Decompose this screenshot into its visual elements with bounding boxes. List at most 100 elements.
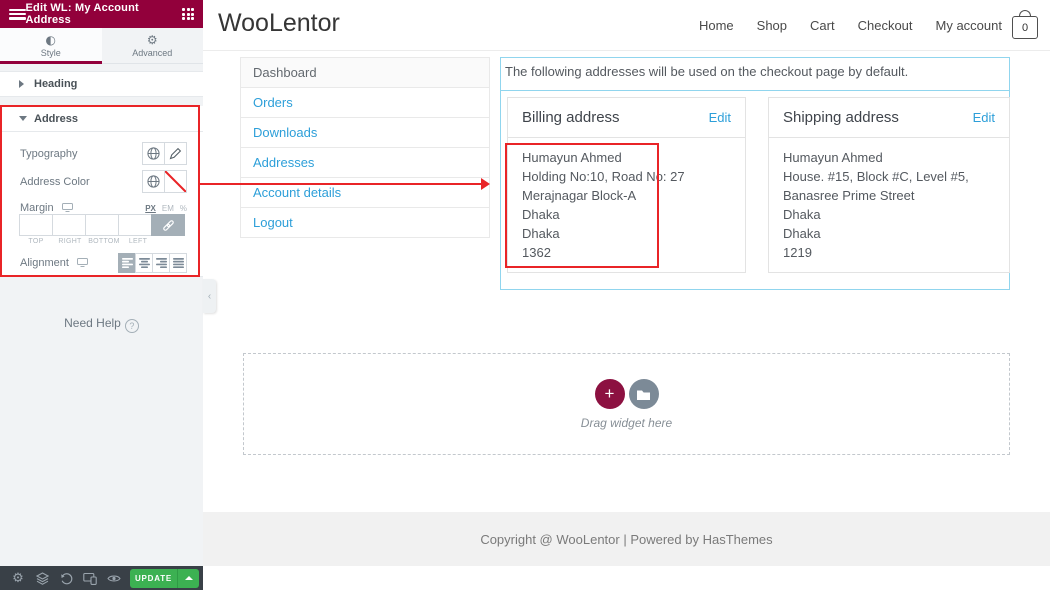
margin-units: PX EM %	[145, 204, 187, 213]
widgets-grid-icon[interactable]	[182, 8, 194, 20]
menu-item-dashboard[interactable]: Dashboard	[241, 58, 489, 88]
question-icon: ?	[125, 319, 139, 333]
caret-up-icon	[185, 576, 193, 580]
link-values-button[interactable]	[151, 214, 185, 236]
dim-top-label: TOP	[19, 238, 53, 245]
site-nav: Home Shop Cart Checkout My account	[699, 0, 1002, 51]
preview-eye-icon[interactable]	[102, 566, 126, 590]
chevron-down-icon	[19, 116, 27, 121]
align-right-button[interactable]	[152, 253, 170, 273]
panel-bottom-bar: ⚙ UPDATE	[0, 566, 203, 590]
margin-top-input[interactable]	[19, 214, 53, 236]
margin-right-input[interactable]	[52, 214, 86, 236]
typography-edit-button[interactable]	[164, 142, 187, 165]
need-help-label: Need Help	[64, 316, 121, 330]
nav-home[interactable]: Home	[699, 18, 734, 33]
alignment-label-wrap: Alignment	[20, 257, 88, 269]
unit-em[interactable]: EM	[162, 204, 174, 213]
nav-shop[interactable]: Shop	[757, 18, 787, 33]
align-left-button[interactable]	[118, 253, 136, 273]
menu-item-downloads[interactable]: Downloads	[241, 118, 489, 148]
update-options-button[interactable]	[177, 569, 199, 588]
alignment-buttons	[119, 253, 187, 273]
align-justify-icon	[173, 258, 184, 268]
address-line: Dhaka	[783, 205, 995, 224]
nav-my-account[interactable]: My account	[936, 18, 1002, 33]
tab-style[interactable]: ◐ Style	[0, 28, 102, 63]
shipping-card-header: Shipping address Edit	[769, 98, 1009, 138]
addresses-widget: The following addresses will be used on …	[500, 57, 1010, 290]
shipping-title: Shipping address	[783, 109, 899, 126]
addresses-notice: The following addresses will be used on …	[500, 57, 1010, 91]
address-line: Merajnagar Block-A	[522, 186, 731, 205]
drag-area-buttons: +	[244, 379, 1009, 409]
dim-right-label: RIGHT	[53, 238, 87, 245]
menu-item-logout[interactable]: Logout	[241, 208, 489, 238]
billing-address-card: Billing address Edit Humayun Ahmed Holdi…	[507, 97, 746, 273]
hamburger-menu-icon[interactable]	[9, 9, 26, 20]
need-help-link[interactable]: Need Help?	[0, 316, 203, 333]
margin-left-input[interactable]	[118, 214, 152, 236]
responsive-mode-icon[interactable]	[78, 566, 102, 590]
nav-cart[interactable]: Cart	[810, 18, 835, 33]
align-left-icon	[122, 258, 133, 268]
settings-gear-icon[interactable]: ⚙	[6, 566, 30, 590]
site-logo[interactable]: WooLentor	[218, 9, 340, 38]
dim-left-label: LEFT	[121, 238, 155, 245]
nav-checkout[interactable]: Checkout	[858, 18, 913, 33]
history-icon[interactable]	[54, 566, 78, 590]
panel-collapse-button[interactable]: ‹	[203, 279, 216, 313]
shipping-address-card: Shipping address Edit Humayun Ahmed Hous…	[768, 97, 1010, 273]
globe-icon	[147, 175, 160, 188]
margin-bottom-input[interactable]	[85, 214, 119, 236]
elementor-panel: Edit WL: My Account Address ◐ Style ⚙ Ad…	[0, 0, 203, 590]
section-address: Address Typography Address Color	[0, 106, 203, 277]
margin-dimension-labels: TOP RIGHT BOTTOM LEFT	[19, 238, 155, 245]
dim-bottom-label: BOTTOM	[87, 238, 121, 245]
tab-advanced[interactable]: ⚙ Advanced	[102, 28, 204, 63]
typography-label: Typography	[20, 148, 77, 160]
desktop-icon	[62, 203, 73, 212]
alignment-label: Alignment	[20, 257, 69, 269]
folder-icon	[636, 388, 651, 401]
desktop-icon	[77, 258, 88, 267]
address-color-global-button[interactable]	[142, 170, 165, 193]
section-heading-label: Heading	[34, 78, 77, 90]
navigator-layers-icon[interactable]	[30, 566, 54, 590]
alignment-control-row: Alignment	[20, 253, 187, 273]
shipping-address-lines: Humayun Ahmed House. #15, Block #C, Leve…	[769, 138, 1009, 272]
margin-label: Margin	[20, 202, 54, 214]
menu-item-addresses[interactable]: Addresses	[241, 148, 489, 178]
menu-item-orders[interactable]: Orders	[241, 88, 489, 118]
shipping-edit-link[interactable]: Edit	[973, 110, 995, 125]
typography-control-row: Typography	[20, 142, 187, 165]
menu-item-account-details[interactable]: Account details	[241, 178, 489, 208]
cart-bag-icon[interactable]: 0	[1012, 10, 1038, 40]
align-justify-button[interactable]	[169, 253, 187, 273]
typography-global-button[interactable]	[142, 142, 165, 165]
tab-advanced-label: Advanced	[132, 48, 172, 58]
align-center-button[interactable]	[135, 253, 153, 273]
template-library-button[interactable]	[629, 379, 659, 409]
update-button[interactable]: UPDATE	[130, 569, 177, 588]
billing-edit-link[interactable]: Edit	[709, 110, 731, 125]
section-address-header[interactable]: Address	[0, 106, 203, 132]
section-heading[interactable]: Heading	[0, 71, 203, 97]
unit-percent[interactable]: %	[180, 204, 187, 213]
align-center-icon	[139, 258, 150, 268]
section-address-label: Address	[34, 113, 78, 125]
add-section-button[interactable]: +	[595, 379, 625, 409]
globe-icon	[147, 147, 160, 160]
address-line: Humayun Ahmed	[783, 148, 995, 167]
panel-header: Edit WL: My Account Address	[0, 0, 203, 28]
drag-widget-area[interactable]: + Drag widget here	[243, 353, 1010, 455]
address-color-label: Address Color	[20, 176, 90, 188]
billing-address-lines: Humayun Ahmed Holding No:10, Road No: 27…	[508, 138, 745, 272]
site-header: WooLentor Home Shop Cart Checkout My acc…	[203, 0, 1050, 51]
address-line: House. #15, Block #C, Level #5, Banasree…	[783, 167, 995, 205]
screen: Edit WL: My Account Address ◐ Style ⚙ Ad…	[0, 0, 1050, 590]
address-line: Holding No:10, Road No: 27	[522, 167, 731, 186]
address-color-picker[interactable]	[164, 170, 187, 193]
address-line: 1219	[783, 243, 995, 262]
unit-px[interactable]: PX	[145, 204, 156, 213]
